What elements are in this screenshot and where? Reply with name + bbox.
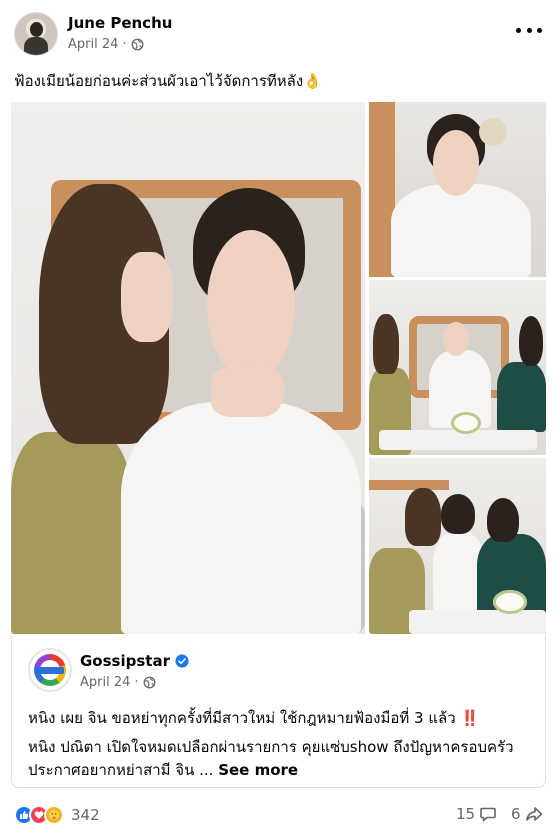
reactions-summary[interactable]: 342 xyxy=(14,805,100,825)
author-name[interactable]: June Penchu xyxy=(68,14,172,32)
left-face xyxy=(121,252,173,342)
dark-hair xyxy=(519,316,543,366)
shared-post-headline: หนิง เผย จิน ขอหย่าทุกครั้งที่มีสาวใหม่ … xyxy=(28,706,479,730)
center-face xyxy=(207,230,295,380)
wall-decor xyxy=(479,118,507,146)
photo-thumb-3[interactable] xyxy=(369,458,546,634)
page-name-row: Gossipstar xyxy=(80,652,189,670)
coffee-table xyxy=(379,430,537,450)
globe-icon xyxy=(131,38,143,51)
face xyxy=(433,130,479,196)
post-caption: ฟ้องเมียน้อยก่อนค่ะส่วนผัวเอาไว้จัดการที… xyxy=(14,72,322,90)
share-icon xyxy=(525,807,542,821)
photo-thumb-1[interactable] xyxy=(369,102,546,277)
double-exclamation-icon: ‼️ xyxy=(460,709,479,727)
white-lace-dress xyxy=(391,184,531,277)
share-count-text: 6 xyxy=(511,805,521,823)
photo-grid xyxy=(11,102,546,634)
shared-post-body: หนิง ปณิตา เปิดใจหมดเปลือกผ่านรายการ คุย… xyxy=(28,736,533,782)
page-name[interactable]: Gossipstar xyxy=(80,652,170,670)
flowers xyxy=(451,412,481,434)
photo-thumb-2[interactable] xyxy=(369,280,546,455)
comment-count-text: 15 xyxy=(456,805,476,823)
page-avatar[interactable] xyxy=(28,648,72,692)
dark-hair xyxy=(441,494,475,534)
post-date[interactable]: April 24 xyxy=(68,37,118,52)
logo-bar xyxy=(36,667,64,674)
brown-hair xyxy=(373,314,399,374)
more-options-button[interactable] xyxy=(516,20,542,40)
shares-count[interactable]: 6 xyxy=(511,805,543,823)
hand xyxy=(233,364,285,416)
globe-icon xyxy=(143,676,155,689)
dot-icon xyxy=(537,27,542,33)
author-avatar[interactable] xyxy=(14,12,58,56)
dark-hair xyxy=(487,498,519,542)
shared-post-meta: April 24 · xyxy=(80,675,156,690)
see-more-link[interactable]: See more xyxy=(218,761,298,779)
reaction-count: 342 xyxy=(71,806,100,824)
avatar-body xyxy=(24,37,48,55)
dot-icon xyxy=(526,27,532,33)
comment-icon xyxy=(480,807,496,822)
photo-main[interactable] xyxy=(11,102,365,634)
flowers xyxy=(493,590,527,614)
brown-hair xyxy=(405,488,441,546)
dot-icon xyxy=(516,27,521,33)
care-icon xyxy=(44,805,64,825)
olive-dress xyxy=(11,432,131,634)
meta-separator: · xyxy=(134,675,139,690)
shared-post-card[interactable]: Gossipstar April 24 · หนิง เผย จิน ขอหย่… xyxy=(11,636,546,788)
comments-count[interactable]: 15 xyxy=(456,805,497,823)
green-dress xyxy=(497,362,546,432)
facebook-post: June Penchu April 24 · ฟ้องเมียน้อยก่อนค… xyxy=(0,0,560,840)
frame-edge xyxy=(369,480,449,490)
face xyxy=(443,322,469,356)
headline-text: หนิง เผย จิน ขอหย่าทุกครั้งที่มีสาวใหม่ … xyxy=(28,709,456,727)
avatar-head xyxy=(30,22,43,37)
verified-badge-icon xyxy=(175,654,189,668)
white-lace-dress xyxy=(121,402,361,634)
post-meta: April 24 · xyxy=(68,37,144,52)
coffee-table xyxy=(409,610,546,634)
shared-post-date[interactable]: April 24 xyxy=(80,675,130,690)
meta-separator: · xyxy=(122,37,127,52)
